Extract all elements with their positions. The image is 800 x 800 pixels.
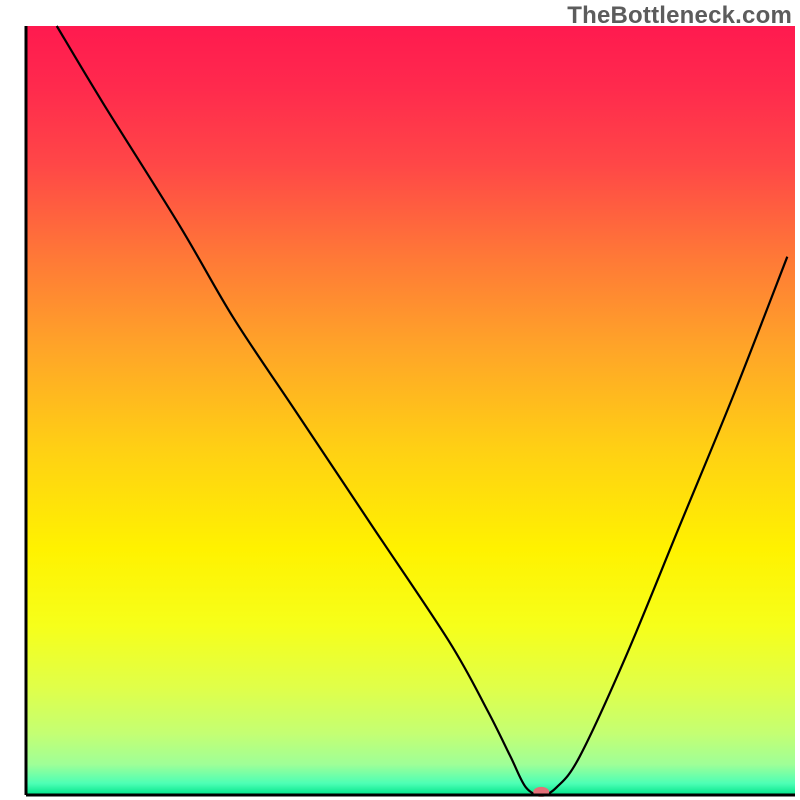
watermark-text: TheBottleneck.com — [567, 2, 792, 30]
plot-background — [26, 26, 795, 795]
bottleneck-chart: TheBottleneck.com — [0, 0, 800, 800]
chart-svg — [0, 0, 800, 800]
